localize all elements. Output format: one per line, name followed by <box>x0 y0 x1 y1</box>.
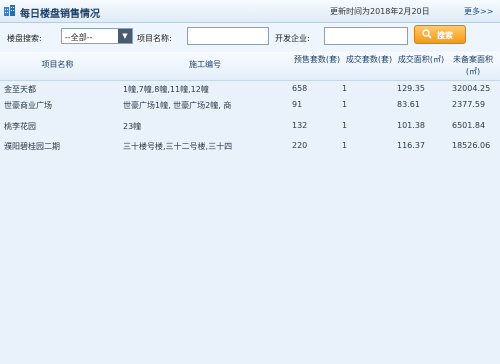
table-row[interactable]: 世豪商业广场 世豪广场1幢, 世豪广场2幢, 商 91 1 83.61 2377… <box>0 97 500 113</box>
project-name-input[interactable] <box>187 27 269 45</box>
unfiled-area-cell: 32004.25 <box>452 84 491 93</box>
page-title: 每日楼盘销售情况 <box>20 9 100 20</box>
sold-area-cell: 101.38 <box>397 121 425 130</box>
column-header: 项目名称 <box>41 60 74 69</box>
project-label: 项目名称: <box>137 34 172 43</box>
column-header: 预售套数(套) <box>293 55 341 64</box>
project-name-cell: 桃李花园 <box>4 122 36 131</box>
district-select[interactable]: --全部-- ▼ <box>61 28 133 44</box>
unfiled-area-cell: 6501.84 <box>452 121 486 130</box>
developer-label: 开发企业: <box>275 34 310 43</box>
presale-units-cell: 220 <box>292 141 308 150</box>
column-header: 施工编号 <box>189 60 221 69</box>
chevron-down-icon[interactable]: ▼ <box>118 29 132 43</box>
build-number-cell: 世豪广场1幢, 世豪广场2幢, 商 <box>123 101 232 110</box>
table-row[interactable]: 金至天都 1幢,7幢,8幢,11幢,12幢 658 1 129.35 32004… <box>0 81 500 97</box>
title-bar: 每日楼盘销售情况 更新时间为2018年2月20日 更多>> <box>0 0 500 23</box>
project-name-cell: 世豪商业广场 <box>4 101 52 110</box>
presale-units-cell: 658 <box>292 84 308 93</box>
sold-units-cell: 1 <box>342 121 348 130</box>
presale-units-cell: 132 <box>292 121 308 130</box>
sold-area-cell: 116.37 <box>397 141 425 150</box>
more-link[interactable]: 更多>> <box>464 6 493 17</box>
building-icon <box>4 5 15 16</box>
build-number-cell: 23幢 <box>123 122 142 131</box>
search-button-label: 搜索 <box>437 31 453 40</box>
table-row[interactable]: 濮阳碧桂园二期 三十楼号楼,三十二号楼,三十四 220 1 116.37 185… <box>0 138 500 154</box>
unfiled-area-cell: 18526.06 <box>452 141 491 150</box>
district-label: 楼盘搜索: <box>7 34 42 43</box>
sold-units-cell: 1 <box>342 141 348 150</box>
column-header: 成交面积(㎡) <box>397 55 445 64</box>
developer-input[interactable] <box>324 27 408 45</box>
unfiled-area-cell: 2377.59 <box>452 100 486 109</box>
search-icon <box>422 29 432 39</box>
column-header: 未备案面积(㎡) <box>453 55 493 76</box>
project-name-cell: 濮阳碧桂园二期 <box>4 142 60 151</box>
search-button[interactable]: 搜索 <box>414 25 466 44</box>
table-row[interactable]: 桃李花园 23幢 132 1 101.38 6501.84 <box>0 118 500 134</box>
presale-units-cell: 91 <box>292 100 303 109</box>
sold-units-cell: 1 <box>342 84 348 93</box>
build-number-cell: 1幢,7幢,8幢,11幢,12幢 <box>123 85 209 94</box>
update-time: 更新时间为2018年2月20日 <box>330 7 430 16</box>
sold-units-cell: 1 <box>342 100 348 109</box>
table-header: 项目名称 施工编号 预售套数(套) 成交套数(套) 成交面积(㎡) 未备案面积(… <box>0 52 500 81</box>
search-bar: 楼盘搜索: --全部-- ▼ 项目名称: 开发企业: 搜索 <box>0 23 500 52</box>
project-name-cell: 金至天都 <box>4 85 36 94</box>
column-header: 成交套数(套) <box>345 55 393 64</box>
sold-area-cell: 129.35 <box>397 84 425 93</box>
build-number-cell: 三十楼号楼,三十二号楼,三十四 <box>123 142 233 151</box>
district-select-value: --全部-- <box>65 33 93 42</box>
sold-area-cell: 83.61 <box>397 100 420 109</box>
